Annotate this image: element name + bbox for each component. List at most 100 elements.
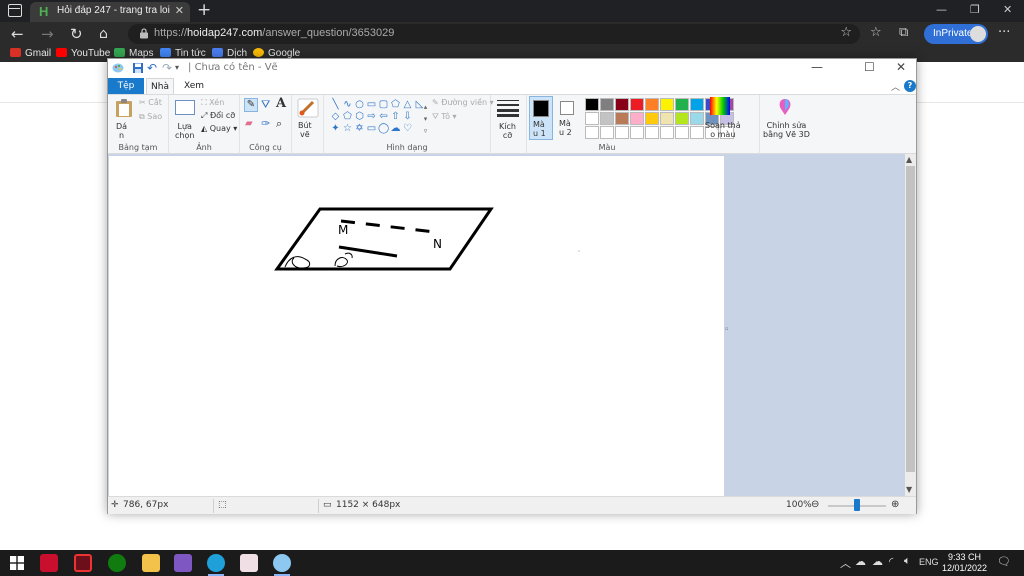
palette-color-swatch[interactable] (690, 112, 704, 125)
back-icon[interactable]: ← (11, 25, 24, 43)
palette-color-swatch[interactable] (645, 98, 659, 111)
arrow-left-shape-icon[interactable]: ⇦ (378, 112, 389, 122)
window-minimize-button[interactable]: — (936, 3, 947, 16)
size-button[interactable]: Kích cỡ (499, 122, 516, 140)
inprivate-button[interactable]: InPrivate (924, 24, 988, 44)
brushes-button[interactable]: Bút vẽ (298, 121, 312, 139)
app-photo-icon[interactable] (240, 554, 258, 572)
home-icon[interactable]: ⌂ (99, 25, 108, 43)
text-tool-icon[interactable]: A (276, 96, 286, 111)
bookmark-gmail[interactable]: Gmail (10, 48, 51, 59)
scroll-down-icon[interactable]: ▼ (906, 485, 912, 494)
favorites-icon[interactable]: ☆ (870, 25, 882, 40)
star6-shape-icon[interactable]: ✡ (354, 124, 365, 134)
palette-color-swatch[interactable] (585, 112, 599, 125)
tab-file[interactable]: Tệp (108, 78, 144, 94)
custom-color-slot[interactable] (690, 126, 704, 139)
heart-shape-icon[interactable]: ♡ (402, 124, 413, 134)
fill-tool-icon[interactable]: ⛛ (261, 98, 270, 112)
zoom-in-icon[interactable]: ⊕ (891, 499, 899, 510)
collections-icon[interactable]: ⧉ (899, 25, 908, 40)
triangle-shape-icon[interactable]: △ (402, 100, 413, 110)
xbox-icon[interactable] (108, 554, 126, 572)
address-bar[interactable]: https://hoidap247.com/answer_question/36… (128, 24, 860, 44)
color2-button[interactable]: Mà u 2 (556, 96, 580, 140)
callout-oval-shape-icon[interactable]: ◯ (378, 124, 389, 134)
paint-minimize-button[interactable]: — (811, 60, 823, 74)
callout-rect-shape-icon[interactable]: ▭ (366, 124, 377, 134)
pentagon-shape-icon[interactable]: ⬠ (342, 112, 353, 122)
arrow-down-shape-icon[interactable]: ⇩ (402, 112, 413, 122)
palette-color-swatch[interactable] (615, 112, 629, 125)
paste-button[interactable]: Dá n (116, 122, 127, 140)
resize-button[interactable]: ⤢ Đổi cỡ (201, 111, 235, 121)
tab-actions-icon[interactable] (8, 4, 22, 17)
rectangle-shape-icon[interactable]: ▭ (366, 100, 377, 110)
zoom-out-icon[interactable]: ⊖ (811, 499, 819, 510)
volume-icon[interactable]: 🔈︎ (904, 555, 911, 568)
oval-shape-icon[interactable]: ○ (354, 100, 365, 110)
fill-button[interactable]: ⛛ Tô ▾ (432, 112, 457, 122)
scroll-up-icon[interactable]: ▲ (906, 155, 912, 164)
new-tab-button[interactable]: + (197, 1, 211, 19)
scrollbar-thumb[interactable] (906, 166, 915, 472)
notifications-icon[interactable]: 🗨︎ (997, 555, 1011, 568)
shapes-scroll-down-icon[interactable]: ▾ (420, 114, 431, 124)
curve-shape-icon[interactable]: ∿ (342, 100, 353, 110)
eraser-tool-icon[interactable]: ▰ (245, 118, 253, 129)
canvas-resize-handle[interactable]: ▫ (725, 326, 728, 332)
language-indicator[interactable]: ENG (919, 557, 939, 567)
cut-button[interactable]: ✂ Cắt (139, 98, 162, 107)
rotate-button[interactable]: ◭ Quay ▾ (201, 124, 237, 133)
save-icon[interactable] (132, 62, 144, 74)
hexagon-shape-icon[interactable]: ⬡ (354, 112, 365, 122)
star4-shape-icon[interactable]: ✦ (330, 124, 341, 134)
bookmark-youtube[interactable]: YouTube (56, 48, 110, 59)
custom-color-slot[interactable] (675, 126, 689, 139)
customize-quick-access-icon[interactable]: ▾ (175, 62, 187, 74)
tab-home[interactable]: Nhà (146, 78, 174, 94)
undo-icon[interactable]: ↶ (147, 62, 159, 74)
edit-paint3d-button[interactable]: Chỉnh sửa bằng Vẽ 3D (763, 121, 810, 139)
wifi-icon[interactable]: ◜ (889, 555, 893, 568)
palette-color-swatch[interactable] (585, 98, 599, 111)
palette-color-swatch[interactable] (645, 112, 659, 125)
shapes-scroll-up-icon[interactable]: ▴ (420, 102, 431, 112)
crop-button[interactable]: ⛶ Xén (201, 98, 224, 108)
pencil-tool-icon[interactable]: ✎ (244, 98, 258, 112)
select-button[interactable]: Lựa chọn (175, 122, 194, 140)
tab-close-icon[interactable]: ✕ (175, 4, 184, 17)
custom-color-slot[interactable] (660, 126, 674, 139)
tab-view[interactable]: Xem (180, 78, 208, 94)
visual-studio-icon[interactable] (174, 554, 192, 572)
custom-color-slot[interactable] (630, 126, 644, 139)
copy-button[interactable]: ⧉ Sao (139, 112, 162, 122)
star5-shape-icon[interactable]: ☆ (342, 124, 353, 134)
forward-icon[interactable]: → (41, 25, 54, 43)
add-favorite-icon[interactable]: ☆ (840, 25, 852, 40)
paint-maximize-button[interactable]: ☐ (864, 60, 875, 74)
window-restore-button[interactable]: ❐ (970, 3, 980, 16)
custom-color-slot[interactable] (615, 126, 629, 139)
file-explorer-icon[interactable] (142, 554, 160, 572)
rounded-rect-shape-icon[interactable]: ▢ (378, 100, 389, 110)
palette-color-swatch[interactable] (660, 98, 674, 111)
refresh-icon[interactable]: ↻ (70, 25, 83, 43)
shapes-expand-icon[interactable]: ▿ (420, 126, 431, 136)
show-hidden-icons-icon[interactable]: ︿ (840, 555, 851, 571)
palette-color-swatch[interactable] (660, 112, 674, 125)
system-clock[interactable]: 9:33 CH 12/01/2022 (942, 552, 987, 574)
color-picker-icon[interactable]: ✑ (261, 117, 270, 130)
paint-close-button[interactable]: ✕ (896, 60, 906, 74)
palette-color-swatch[interactable] (630, 98, 644, 111)
arrow-right-shape-icon[interactable]: ⇨ (366, 112, 377, 122)
app-red-icon[interactable] (40, 554, 58, 572)
custom-color-slot[interactable] (585, 126, 599, 139)
custom-color-slot[interactable] (645, 126, 659, 139)
windows-start-icon[interactable] (10, 556, 24, 570)
palette-color-swatch[interactable] (675, 112, 689, 125)
custom-color-slot[interactable] (600, 126, 614, 139)
edge-icon[interactable] (207, 554, 225, 572)
line-shape-icon[interactable]: ╲ (330, 100, 341, 110)
palette-color-swatch[interactable] (600, 112, 614, 125)
